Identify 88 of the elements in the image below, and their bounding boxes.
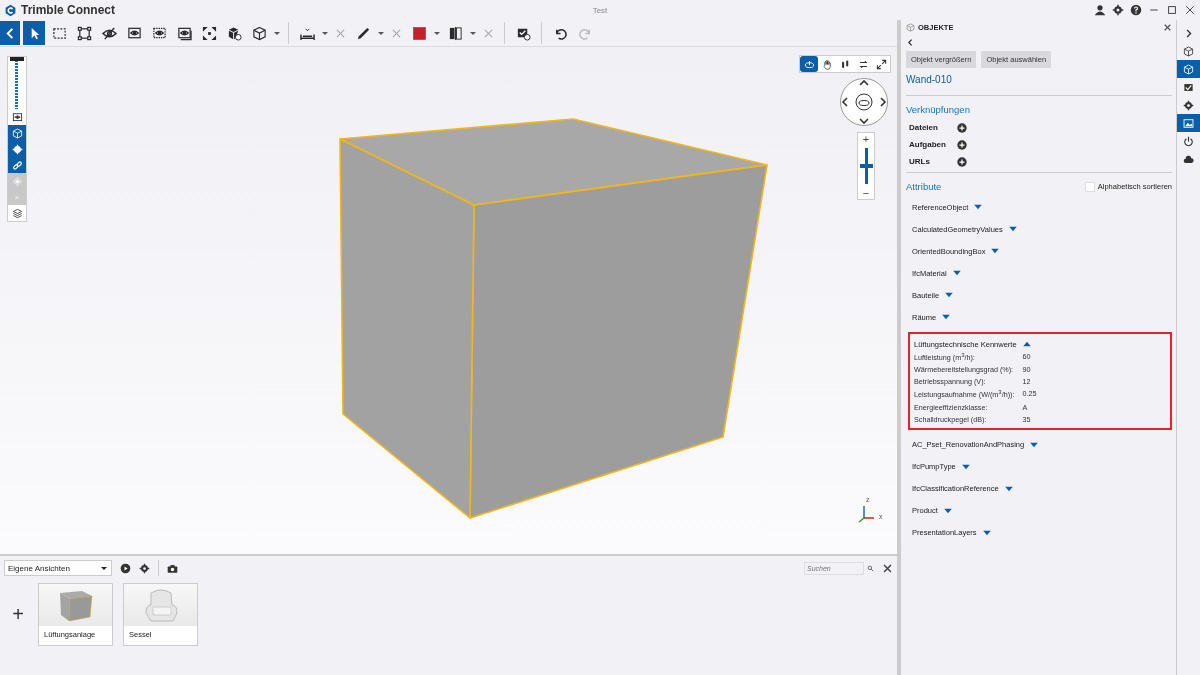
cube-icon bbox=[251, 25, 267, 41]
expand-icon[interactable] bbox=[951, 270, 962, 276]
close-icon[interactable] bbox=[1184, 4, 1196, 16]
caret-icon bbox=[100, 564, 108, 572]
navigation-wheel[interactable] bbox=[839, 77, 889, 127]
help-icon[interactable] bbox=[1130, 4, 1142, 16]
expand-icon[interactable] bbox=[990, 248, 1001, 254]
expand-icon[interactable] bbox=[944, 292, 955, 298]
walk-icon bbox=[839, 58, 851, 70]
caret-icon[interactable] bbox=[321, 29, 329, 37]
expand-icon[interactable] bbox=[1003, 485, 1014, 492]
collapse-icon[interactable] bbox=[1021, 341, 1032, 347]
settings-icon[interactable] bbox=[1112, 4, 1124, 16]
zoom-thumb[interactable] bbox=[859, 164, 873, 168]
settings-icon[interactable] bbox=[139, 562, 150, 574]
expand-icon[interactable] bbox=[1029, 441, 1040, 448]
cube-icon bbox=[1183, 45, 1194, 57]
hide-icon bbox=[101, 25, 117, 41]
maximize-icon[interactable] bbox=[1166, 4, 1178, 16]
transparent-icon bbox=[176, 25, 192, 41]
fullscreen-icon bbox=[875, 58, 887, 70]
expand-icon[interactable] bbox=[973, 204, 984, 210]
box-panel-button[interactable] bbox=[1177, 60, 1200, 78]
swap-icon bbox=[857, 58, 869, 70]
pointer-tool-button[interactable] bbox=[23, 21, 45, 45]
power-icon bbox=[1183, 135, 1194, 147]
section-heading: Verknüpfungen bbox=[906, 104, 971, 115]
window-title: Test bbox=[592, 5, 608, 15]
object-icon bbox=[226, 25, 242, 41]
caret-icon[interactable] bbox=[377, 29, 385, 37]
views-dropdown[interactable]: Eigene Ansichten bbox=[4, 560, 112, 576]
link-label: URLs bbox=[909, 156, 931, 167]
pan-icon bbox=[821, 58, 833, 70]
isolate-icon bbox=[126, 25, 142, 41]
box-icon bbox=[906, 22, 915, 32]
object-name: Wand-010 bbox=[906, 74, 953, 85]
box-icon bbox=[11, 127, 23, 139]
caret-icon[interactable] bbox=[273, 29, 281, 37]
expand-icon bbox=[201, 25, 217, 41]
orbit-mode-button[interactable] bbox=[800, 56, 818, 72]
layers-icon bbox=[11, 207, 23, 219]
user-icon[interactable] bbox=[1094, 4, 1106, 16]
link-tool-button[interactable] bbox=[8, 157, 26, 173]
expand-icon[interactable] bbox=[1007, 226, 1018, 232]
color-swatch-icon bbox=[411, 25, 427, 41]
add-icon[interactable] bbox=[957, 139, 967, 150]
gear-icon bbox=[1183, 99, 1194, 111]
expand-icon[interactable] bbox=[981, 529, 992, 536]
camera-icon[interactable] bbox=[167, 562, 178, 574]
caret-icon[interactable] bbox=[469, 29, 477, 37]
add-icon[interactable] bbox=[957, 122, 967, 133]
zoom-in-button[interactable]: + bbox=[862, 133, 870, 145]
zoom-out-button[interactable]: − bbox=[862, 187, 870, 199]
link-icon bbox=[11, 159, 23, 171]
caret-icon[interactable] bbox=[433, 29, 441, 37]
pen-icon bbox=[355, 25, 371, 41]
fit-icon bbox=[76, 25, 92, 41]
close-icon[interactable] bbox=[1163, 22, 1172, 32]
ghost-icon bbox=[151, 25, 167, 41]
expand-icon[interactable] bbox=[960, 463, 971, 470]
cloud-icon bbox=[1183, 153, 1194, 165]
sort-checkbox[interactable] bbox=[1084, 181, 1095, 192]
slider-thumb[interactable] bbox=[10, 57, 24, 61]
back-button[interactable] bbox=[0, 21, 20, 45]
link-label: Aufgaben bbox=[909, 139, 947, 150]
expand-icon[interactable] bbox=[942, 507, 953, 514]
image-panel-button[interactable] bbox=[1177, 114, 1200, 132]
section-icon bbox=[447, 25, 463, 41]
search-icon bbox=[867, 564, 874, 572]
add-icon[interactable] bbox=[957, 156, 967, 167]
close-icon[interactable] bbox=[882, 562, 893, 574]
check-icon bbox=[1183, 81, 1194, 93]
box-tool-button[interactable] bbox=[8, 125, 26, 141]
add-view-button[interactable]: + bbox=[8, 603, 28, 626]
play-icon[interactable] bbox=[120, 562, 131, 574]
back-icon[interactable] bbox=[906, 38, 915, 47]
marquee-icon bbox=[51, 25, 67, 41]
link-label: Dateien bbox=[909, 122, 939, 133]
gear-icon bbox=[11, 143, 23, 155]
expand-icon[interactable] bbox=[941, 314, 952, 320]
app-title: Trimble Connect bbox=[21, 3, 115, 17]
section-heading: Attribute bbox=[906, 181, 942, 192]
box-icon bbox=[1183, 63, 1194, 75]
image-icon bbox=[1183, 117, 1194, 129]
orbit-icon bbox=[803, 58, 815, 70]
logo-icon bbox=[4, 3, 17, 17]
gear-icon bbox=[11, 175, 23, 187]
eye-icon bbox=[11, 111, 23, 123]
